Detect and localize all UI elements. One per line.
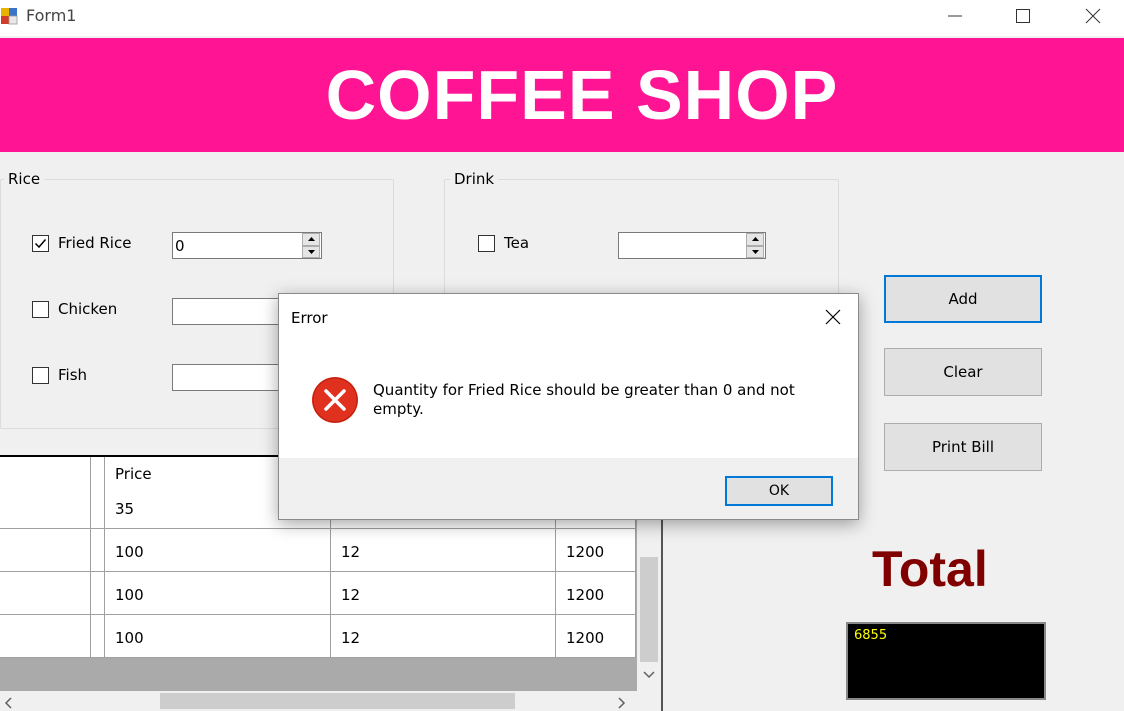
grid-header-cell [0,457,91,488]
horizontal-scrollbar[interactable] [0,691,637,711]
amount-cell: 1200 [556,615,636,658]
dialog-footer: OK [279,458,858,519]
vertical-scroll-thumb[interactable] [640,557,658,662]
qty-cell: 12 [331,615,556,658]
table-row[interactable]: 100 12 1200 [0,529,636,572]
close-icon [825,309,841,325]
row-gap [91,572,105,615]
tea-spinner[interactable] [746,233,764,258]
maximize-icon [1016,9,1030,23]
scroll-down-icon[interactable] [643,671,655,679]
dialog-close-button[interactable] [815,302,851,332]
spin-up-icon[interactable] [302,233,320,246]
app-icon [1,8,18,25]
add-button[interactable]: Add [884,275,1042,323]
close-icon [1085,8,1101,24]
table-row[interactable]: 100 12 1200 [0,572,636,615]
dialog-message: Quantity for Fried Rice should be greate… [373,381,795,418]
scroll-right-icon[interactable] [618,697,626,709]
amount-cell: 1200 [556,529,636,572]
spin-up-icon[interactable] [746,233,764,246]
shop-title: COFFEE SHOP [325,56,839,134]
maximize-button[interactable] [1000,0,1046,32]
qty-cell: 12 [331,529,556,572]
tea-checkbox[interactable] [478,235,495,252]
qty-cell: 12 [331,572,556,615]
header-banner: COFFEE SHOP [0,38,1124,152]
fried-rice-spinner[interactable] [302,233,320,258]
price-cell: 100 [105,529,331,572]
tea-label: Tea [504,234,530,252]
total-display: 6855 [846,622,1046,700]
row-gap [91,529,105,572]
table-cell [0,529,91,572]
fried-rice-quantity-value: 0 [175,237,185,255]
row-gap [91,615,105,658]
title-bar: Form1 [0,0,1124,36]
fried-rice-label: Fried Rice [58,234,132,252]
fried-rice-checkbox[interactable] [32,235,49,252]
scroll-corner [637,691,661,711]
dialog-title: Error [291,309,328,327]
drink-group-label: Drink [450,170,499,188]
total-value: 6855 [854,628,888,643]
fish-label: Fish [58,366,88,384]
horizontal-scroll-thumb[interactable] [160,693,515,709]
table-cell [0,615,91,658]
rice-group-label: Rice [4,170,45,188]
error-dialog: Error Quantity for Fried Rice should be … [278,293,859,520]
price-cell: 100 [105,615,331,658]
amount-cell: 1200 [556,572,636,615]
tea-quantity[interactable] [618,232,766,259]
fried-rice-quantity[interactable]: 0 [172,232,322,259]
scroll-left-icon[interactable] [4,697,12,709]
total-label: Total [872,541,988,597]
spin-down-icon[interactable] [302,245,320,258]
close-window-button[interactable] [1070,0,1116,32]
chicken-label: Chicken [58,300,118,318]
window-title: Form1 [26,6,77,25]
spin-down-icon[interactable] [746,245,764,258]
table-row[interactable]: 100 12 1200 [0,615,636,658]
row-gap [91,486,105,529]
minimize-icon [948,15,962,17]
table-cell [0,572,91,615]
price-cell: 100 [105,572,331,615]
clear-button[interactable]: Clear [884,348,1042,396]
checkmark-icon [34,239,47,249]
error-icon [312,377,358,423]
table-cell [0,486,91,529]
fish-checkbox[interactable] [32,367,49,384]
ok-button[interactable]: OK [725,476,833,506]
minimize-button[interactable] [932,0,978,32]
grid-header-gap [91,457,105,488]
chicken-checkbox[interactable] [32,301,49,318]
print-bill-button[interactable]: Print Bill [884,423,1042,471]
